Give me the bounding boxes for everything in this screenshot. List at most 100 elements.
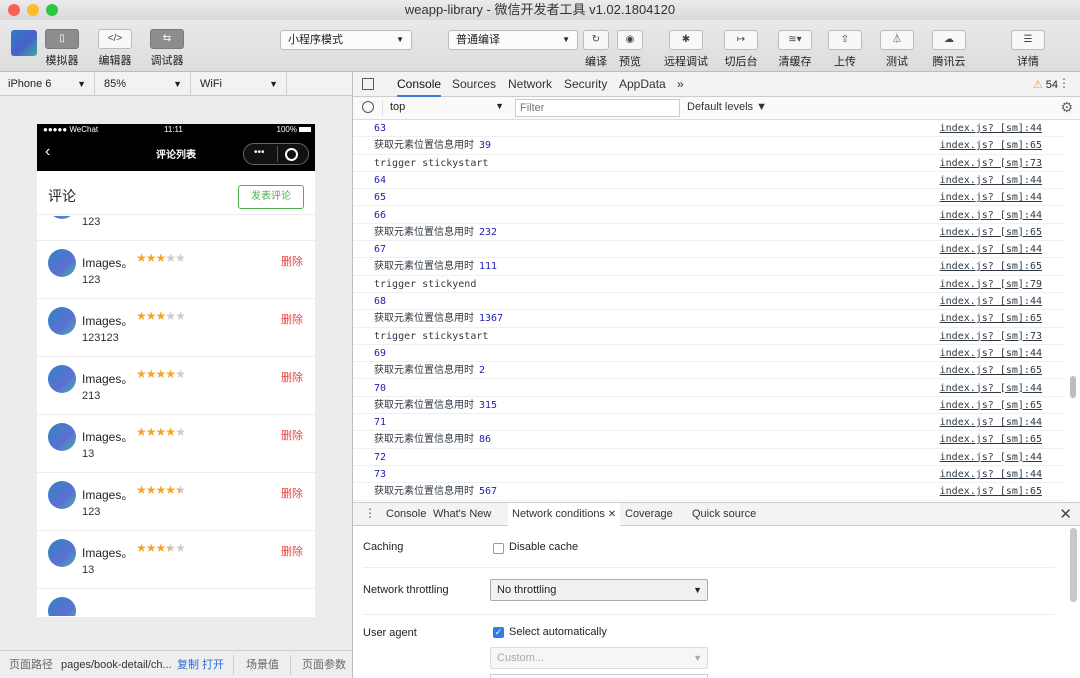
log-source-link[interactable]: index.js? [sm]:44	[940, 414, 1042, 431]
background-button[interactable]: ↦ 切后台	[722, 30, 760, 69]
clear-console-icon[interactable]	[362, 101, 374, 113]
page-path: pages/book-detail/ch...	[61, 659, 172, 671]
preview-button[interactable]: ◉ 预览	[615, 30, 645, 69]
delete-comment-button[interactable]: 删除	[281, 427, 303, 443]
delete-comment-button[interactable]: 删除	[281, 311, 303, 327]
drawer-tab-coverage[interactable]: Coverage	[625, 503, 673, 526]
star-rating: ★★★★★	[136, 367, 186, 381]
details-button[interactable]: ☰ 详情	[1009, 30, 1047, 69]
log-levels-select[interactable]: Default levels ▼	[687, 101, 767, 113]
select-automatically-checkbox[interactable]: ✓	[493, 627, 504, 638]
user-agent-input[interactable]	[490, 674, 708, 678]
throttling-select[interactable]: No throttling ▼	[490, 579, 708, 601]
copy-link[interactable]: 复制	[177, 651, 199, 678]
log-source-link[interactable]: index.js? [sm]:65	[940, 137, 1042, 154]
close-circle-icon[interactable]	[285, 148, 298, 161]
log-source-link[interactable]: index.js? [sm]:65	[940, 310, 1042, 327]
panel-scrollbar[interactable]	[1070, 528, 1077, 602]
log-source-link[interactable]: index.js? [sm]:44	[940, 120, 1042, 137]
log-source-link[interactable]: index.js? [sm]:44	[940, 207, 1042, 224]
kebab-menu-icon[interactable]: ⋮	[1058, 76, 1070, 90]
log-source-link[interactable]: index.js? [sm]:44	[940, 380, 1042, 397]
context-select[interactable]: top ▼	[390, 101, 508, 113]
minimize-window-button[interactable]	[27, 4, 39, 16]
tab-sources[interactable]: Sources	[452, 72, 496, 97]
simulator-button[interactable]: ▯ 模拟器	[45, 29, 79, 68]
close-tab-icon[interactable]: ✕	[605, 509, 616, 520]
log-source-link[interactable]: index.js? [sm]:44	[940, 241, 1042, 258]
delete-comment-button[interactable]: 删除	[281, 253, 303, 269]
log-source-link[interactable]: index.js? [sm]:65	[940, 258, 1042, 275]
delete-comment-button[interactable]: 删除	[281, 369, 303, 385]
more-dots-icon[interactable]: •••	[254, 147, 265, 158]
mode-select[interactable]: 小程序模式 ▼	[280, 30, 412, 50]
post-comment-button[interactable]: 发表评论	[238, 185, 304, 209]
log-source-link[interactable]: index.js? [sm]:65	[940, 224, 1042, 241]
log-message: 63	[374, 123, 387, 134]
zoom-select[interactable]: 85% ▼	[96, 72, 191, 96]
upload-button[interactable]: ⇧ 上传	[826, 30, 864, 69]
star-rating: ★★★★★	[136, 425, 186, 439]
editor-button[interactable]: </> 编辑器	[97, 29, 133, 68]
star-icon: ★	[136, 483, 147, 497]
section-divider	[363, 567, 1055, 568]
log-source-link[interactable]: index.js? [sm]:73	[940, 328, 1042, 345]
clear-cache-button[interactable]: ≋▾ 清缓存	[776, 30, 814, 69]
close-drawer-icon[interactable]: ✕	[1059, 505, 1072, 523]
open-link[interactable]: 打开	[202, 651, 224, 678]
drawer-menu-icon[interactable]: ⋮	[364, 506, 376, 520]
more-tabs-button[interactable]: »	[677, 72, 684, 97]
drawer-tab-network-conditions[interactable]: Network conditions ✕	[508, 503, 621, 527]
comment-item: Images。 ★★★★★ 123123 删除	[37, 299, 315, 357]
chevron-down-icon: ▼	[77, 79, 86, 89]
log-source-link[interactable]: index.js? [sm]:65	[940, 431, 1042, 448]
page-params-button[interactable]: 页面参数	[302, 651, 346, 678]
compile-button[interactable]: ↻ 编译	[581, 30, 611, 69]
delete-comment-button[interactable]: 删除	[281, 543, 303, 559]
log-source-link[interactable]: index.js? [sm]:44	[940, 449, 1042, 466]
inspect-element-icon[interactable]	[362, 78, 374, 90]
user-agent-select[interactable]: Custom... ▼	[490, 647, 708, 669]
test-button[interactable]: ⏃ 测试	[878, 30, 916, 69]
warning-count[interactable]: ⚠ 54	[1033, 78, 1058, 91]
log-source-link[interactable]: index.js? [sm]:65	[940, 483, 1042, 500]
log-source-link[interactable]: index.js? [sm]:79	[940, 276, 1042, 293]
settings-gear-icon[interactable]: ⚙	[1060, 99, 1073, 116]
tab-console[interactable]: Console	[397, 72, 442, 97]
user-avatar[interactable]	[11, 30, 37, 56]
log-source-link[interactable]: index.js? [sm]:65	[940, 397, 1042, 414]
star-icon: ★	[145, 425, 157, 439]
drawer-tab-quick-source[interactable]: Quick source	[692, 503, 756, 526]
star-icon: ★	[136, 367, 147, 381]
disable-cache-checkbox[interactable]	[493, 543, 504, 554]
log-source-link[interactable]: index.js? [sm]:44	[940, 172, 1042, 189]
log-source-link[interactable]: index.js? [sm]:73	[940, 155, 1042, 172]
tencent-cloud-button[interactable]: ☁ 腾讯云	[930, 30, 968, 69]
log-source-link[interactable]: index.js? [sm]:65	[940, 362, 1042, 379]
remote-debug-button[interactable]: ✱ 远程调试	[664, 30, 708, 69]
network-select[interactable]: WiFi ▼	[192, 72, 287, 96]
avatar	[48, 307, 76, 335]
layers-icon: ≋▾	[778, 30, 812, 50]
devtools-window: weapp-library - 微信开发者工具 v1.02.1804120 ▯ …	[0, 0, 1080, 678]
close-window-button[interactable]	[8, 4, 20, 16]
console-filter-input[interactable]	[515, 99, 680, 117]
device-select[interactable]: iPhone 6 ▼	[0, 72, 95, 96]
debugger-button[interactable]: ⇆ 调试器	[149, 29, 185, 68]
tab-appdata[interactable]: AppData	[619, 72, 666, 97]
drawer-tab-what-s-new[interactable]: What's New	[433, 503, 491, 526]
compile-mode-select[interactable]: 普通编译 ▼	[448, 30, 578, 50]
log-source-link[interactable]: index.js? [sm]:44	[940, 293, 1042, 310]
tab-network[interactable]: Network	[508, 72, 552, 97]
scene-value-button[interactable]: 场景值	[246, 651, 279, 678]
log-source-link[interactable]: index.js? [sm]:44	[940, 345, 1042, 362]
console-scrollbar[interactable]	[1070, 376, 1076, 398]
delete-comment-button[interactable]: 删除	[281, 485, 303, 501]
star-icon: ★	[155, 309, 167, 323]
maximize-window-button[interactable]	[46, 4, 58, 16]
tab-security[interactable]: Security	[564, 72, 607, 97]
log-source-link[interactable]: index.js? [sm]:44	[940, 466, 1042, 483]
drawer-tab-console[interactable]: Console	[386, 503, 426, 526]
simulator-area: ●●●●● WeChat 11:11 100% ‹ 评论列表 ••• 评论 发表…	[0, 97, 352, 650]
log-source-link[interactable]: index.js? [sm]:44	[940, 189, 1042, 206]
